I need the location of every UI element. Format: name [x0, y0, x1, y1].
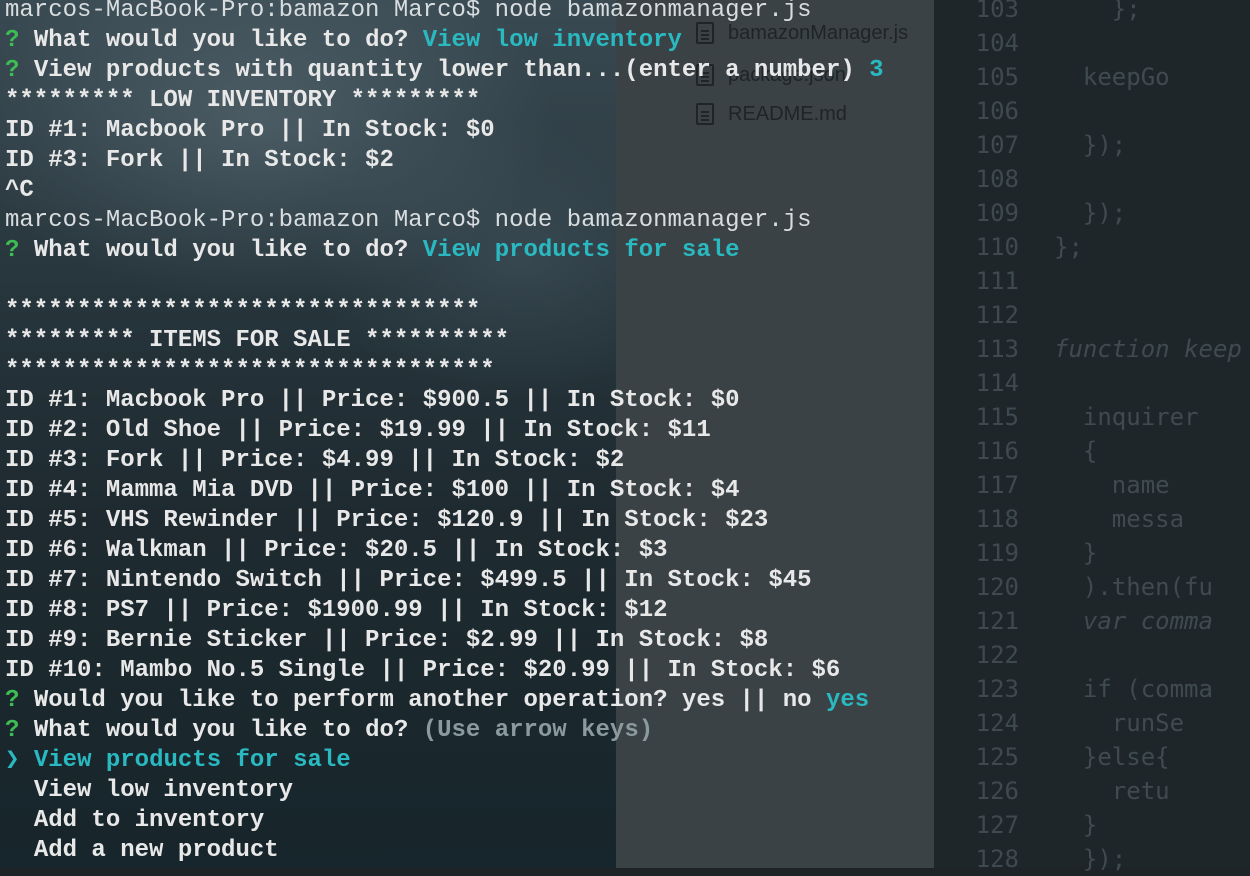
output-text: ********************************* [5, 297, 481, 324]
output-line: ID #10: Mambo No.5 Single || Price: $20.… [5, 656, 985, 686]
prompt-marker-icon: ? [5, 687, 20, 714]
choice-label: View low inventory [33, 777, 294, 804]
output-text: ID #1: Macbook Pro || In Stock: $0 [5, 117, 495, 144]
code-line: inquirer [1054, 403, 1199, 431]
code-line: { [1054, 437, 1098, 465]
terminal-output[interactable]: marcos-MacBook-Pro:bamazon Marco$ node b… [5, 0, 985, 866]
code-line: messa [1054, 505, 1185, 533]
code-line: }; [1054, 0, 1141, 23]
code-line: keepGo [1054, 63, 1170, 91]
prompt-text: What would you like to do? [33, 717, 409, 744]
output-text: ID #9: Bernie Sticker || Price: $2.99 ||… [5, 627, 769, 654]
code-line: }else{ [1054, 743, 1170, 771]
output-line: ID #6: Walkman || Price: $20.5 || In Sto… [5, 536, 985, 566]
output-line: ID #1: Macbook Pro || In Stock: $0 [5, 116, 985, 146]
code-line: runSe [1054, 709, 1185, 737]
code-line: } [1054, 539, 1098, 567]
prompt-answer: View products for sale [422, 237, 740, 264]
code-line: }); [1054, 199, 1127, 227]
shell-command-line: marcos-MacBook-Pro:bamazon Marco$ node b… [5, 206, 985, 236]
command-text: marcos-MacBook-Pro:bamazon Marco$ node b… [5, 207, 812, 234]
choice-label: Add to inventory [33, 807, 265, 834]
shell-command-line: marcos-MacBook-Pro:bamazon Marco$ node b… [5, 0, 985, 26]
output-line: ********* ITEMS FOR SALE ********** [5, 326, 985, 356]
code-line: if (comma [1054, 675, 1213, 703]
output-text: ID #10: Mambo No.5 Single || Price: $20.… [5, 657, 841, 684]
prompt-text: What would you like to do? [33, 237, 409, 264]
menu-choice[interactable]: View low inventory [5, 776, 985, 806]
output-line: ID #4: Mamma Mia DVD || Price: $100 || I… [5, 476, 985, 506]
code-line: ).then(fu [1054, 573, 1213, 601]
output-line: ID #7: Nintendo Switch || Price: $499.5 … [5, 566, 985, 596]
code-line: }); [1054, 845, 1127, 873]
output-text: ID #5: VHS Rewinder || Price: $120.9 || … [5, 507, 769, 534]
choice-label: Add a new product [33, 837, 279, 864]
menu-choice-selected[interactable]: ❯ View products for sale [5, 746, 985, 776]
prompt-marker-icon: ? [5, 57, 20, 84]
output-line: ID #3: Fork || Price: $4.99 || In Stock:… [5, 446, 985, 476]
output-line: ********************************** [5, 356, 985, 386]
output-line: ID #3: Fork || In Stock: $2 [5, 146, 985, 176]
prompt-marker-icon: ? [5, 237, 20, 264]
output-text: ^C [5, 177, 34, 204]
prompt-question: ? Would you like to perform another oper… [5, 686, 985, 716]
output-text: ID #1: Macbook Pro || Price: $900.5 || I… [5, 387, 740, 414]
prompt-question: ? What would you like to do? View low in… [5, 26, 985, 56]
pointer-icon: ❯ [5, 747, 20, 774]
output-text: ID #3: Fork || Price: $4.99 || In Stock:… [5, 447, 625, 474]
output-text: ID #3: Fork || In Stock: $2 [5, 147, 394, 174]
code-line: }); [1054, 131, 1127, 159]
command-text: marcos-MacBook-Pro:bamazon Marco$ node b… [5, 0, 812, 24]
prompt-text: View products with quantity lower than..… [33, 57, 855, 84]
prompt-answer: yes [825, 687, 870, 714]
output-text: ********************************** [5, 357, 495, 384]
output-text: ID #8: PS7 || Price: $1900.99 || In Stoc… [5, 597, 668, 624]
prompt-answer: 3 [869, 57, 884, 84]
prompt-marker-icon: ? [5, 717, 20, 744]
prompt-answer: View low inventory [422, 27, 682, 54]
output-text: ID #7: Nintendo Switch || Price: $499.5 … [5, 567, 812, 594]
output-line: ********* LOW INVENTORY ********* [5, 86, 985, 116]
code-line: name [1054, 471, 1170, 499]
output-text: ID #2: Old Shoe || Price: $19.99 || In S… [5, 417, 711, 444]
menu-choice[interactable]: Add to inventory [5, 806, 985, 836]
output-line: ID #9: Bernie Sticker || Price: $2.99 ||… [5, 626, 985, 656]
output-text: ********* ITEMS FOR SALE ********** [5, 327, 510, 354]
prompt-text: What would you like to do? [33, 27, 409, 54]
output-line: ^C [5, 176, 985, 206]
menu-choice[interactable]: Add a new product [5, 836, 985, 866]
prompt-question: ? View products with quantity lower than… [5, 56, 985, 86]
code-line: retu [1054, 777, 1170, 805]
output-line: ID #1: Macbook Pro || Price: $900.5 || I… [5, 386, 985, 416]
prompt-text: Would you like to perform another operat… [33, 687, 812, 714]
code-line: function keep [1054, 335, 1242, 363]
output-text: ID #6: Walkman || Price: $20.5 || In Sto… [5, 537, 668, 564]
prompt-question-active: ? What would you like to do? (Use arrow … [5, 716, 985, 746]
output-line: ID #5: VHS Rewinder || Price: $120.9 || … [5, 506, 985, 536]
prompt-hint: (Use arrow keys) [422, 717, 654, 744]
prompt-marker-icon: ? [5, 27, 20, 54]
output-line: ID #2: Old Shoe || Price: $19.99 || In S… [5, 416, 985, 446]
choice-label: View products for sale [33, 747, 351, 774]
prompt-question: ? What would you like to do? View produc… [5, 236, 985, 266]
code-line: var comma [1054, 607, 1213, 635]
code-line: } [1054, 811, 1098, 839]
output-text: ID #4: Mamma Mia DVD || Price: $100 || I… [5, 477, 740, 504]
output-text: ********* LOW INVENTORY ********* [5, 87, 481, 114]
code-line: }; [1054, 233, 1083, 261]
output-line: ********************************* [5, 296, 985, 326]
output-line: ID #8: PS7 || Price: $1900.99 || In Stoc… [5, 596, 985, 626]
